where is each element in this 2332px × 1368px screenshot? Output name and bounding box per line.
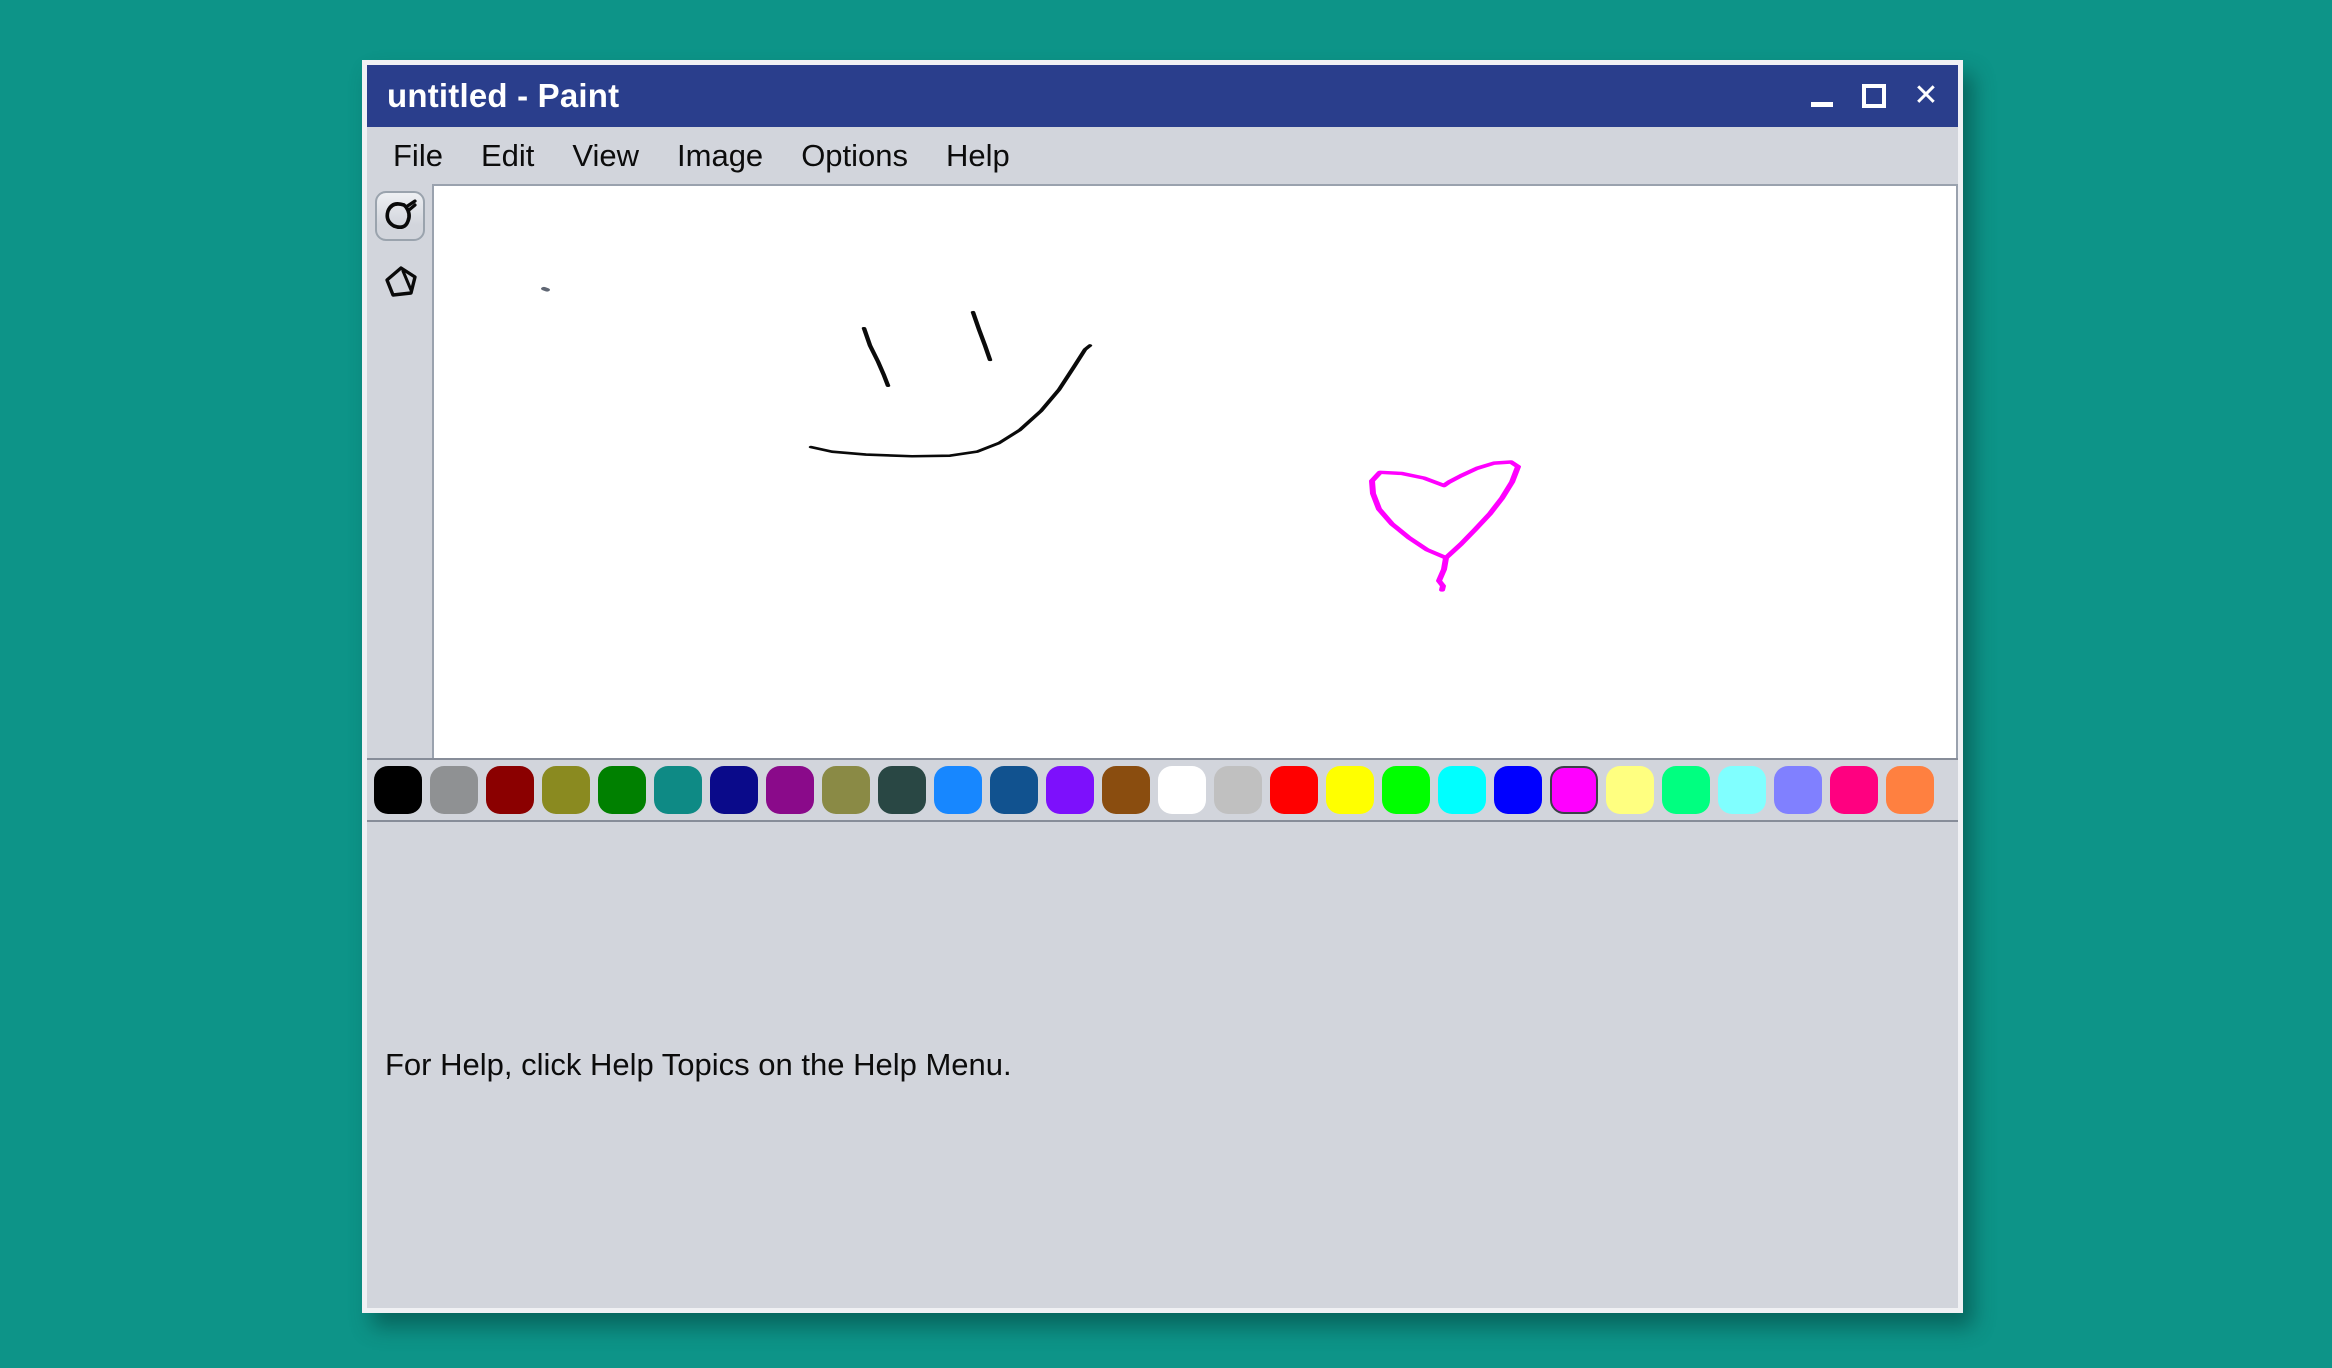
color-swatch-00ff00[interactable] (1382, 766, 1430, 814)
close-button[interactable]: ✕ (1912, 82, 1940, 110)
stroke-stray-dot (544, 289, 547, 290)
color-swatch-ffffff[interactable] (1158, 766, 1206, 814)
color-swatch-00ffff[interactable] (1438, 766, 1486, 814)
pencil-tool-button[interactable] (375, 191, 425, 241)
color-palette (367, 758, 1958, 820)
color-swatch-0000ff[interactable] (1494, 766, 1542, 814)
main-area (367, 184, 1958, 758)
stroke-heart-tail (1439, 558, 1446, 590)
color-swatch-8a8a20[interactable] (542, 766, 590, 814)
window-controls: ✕ (1808, 82, 1958, 110)
status-message: For Help, click Help Topics on the Help … (367, 1047, 1012, 1083)
color-swatch-8a4d0f[interactable] (1102, 766, 1150, 814)
status-bar: For Help, click Help Topics on the Help … (367, 820, 1958, 1309)
eraser-icon (380, 262, 420, 302)
desktop: { "desktop": { "background_color": "#0d9… (0, 0, 2332, 1368)
stroke-right-eye (973, 312, 990, 360)
close-icon: ✕ (1913, 81, 1938, 111)
window-title: untitled - Paint (367, 77, 619, 115)
tool-box (367, 184, 432, 758)
color-swatch-0a0a8a[interactable] (710, 766, 758, 814)
color-swatch-11528f[interactable] (990, 766, 1038, 814)
menu-item-help[interactable]: Help (942, 136, 1014, 176)
color-swatch-8b0000[interactable] (486, 766, 534, 814)
color-swatch-c0c0c0[interactable] (1214, 766, 1262, 814)
color-swatch-8a8a45[interactable] (822, 766, 870, 814)
maximize-icon (1862, 84, 1886, 108)
titlebar[interactable]: untitled - Paint ✕ (367, 65, 1958, 127)
color-swatch-7d10fc[interactable] (1046, 766, 1094, 814)
menu-item-edit[interactable]: Edit (477, 136, 538, 176)
eraser-tool-button[interactable] (375, 257, 425, 307)
color-swatch-1787ff[interactable] (934, 766, 982, 814)
menu-bar: File Edit View Image Options Help (367, 127, 1958, 184)
color-swatch-ff00ff[interactable] (1550, 766, 1598, 814)
color-swatch-00ff80[interactable] (1662, 766, 1710, 814)
color-swatch-ff8040[interactable] (1886, 766, 1934, 814)
stroke-heart-outline (1372, 462, 1518, 558)
maximize-button[interactable] (1860, 82, 1888, 110)
menu-item-view[interactable]: View (568, 136, 643, 176)
color-swatch-ff0000[interactable] (1270, 766, 1318, 814)
menu-item-options[interactable]: Options (797, 136, 912, 176)
canvas-drawing (434, 186, 1956, 758)
color-swatch-0e8a85[interactable] (654, 766, 702, 814)
color-swatch-8f9193[interactable] (430, 766, 478, 814)
color-swatch-294744[interactable] (878, 766, 926, 814)
color-swatch-ff0080[interactable] (1830, 766, 1878, 814)
color-swatch-000000[interactable] (374, 766, 422, 814)
stroke-smile (811, 346, 1090, 457)
drawing-canvas[interactable] (432, 184, 1958, 758)
color-swatch-8080ff[interactable] (1774, 766, 1822, 814)
color-swatch-80ffff[interactable] (1718, 766, 1766, 814)
minimize-icon (1811, 102, 1833, 107)
paint-window: untitled - Paint ✕ File Edit View Image Opti… (362, 60, 1963, 1313)
minimize-button[interactable] (1808, 82, 1836, 110)
color-swatch-ffff00[interactable] (1326, 766, 1374, 814)
stroke-left-eye (864, 328, 888, 385)
color-swatch-ffff80[interactable] (1606, 766, 1654, 814)
color-swatch-008000[interactable] (598, 766, 646, 814)
color-swatch-8a0a8a[interactable] (766, 766, 814, 814)
pencil-icon (380, 196, 420, 236)
menu-item-file[interactable]: File (389, 136, 447, 176)
menu-item-image[interactable]: Image (673, 136, 767, 176)
